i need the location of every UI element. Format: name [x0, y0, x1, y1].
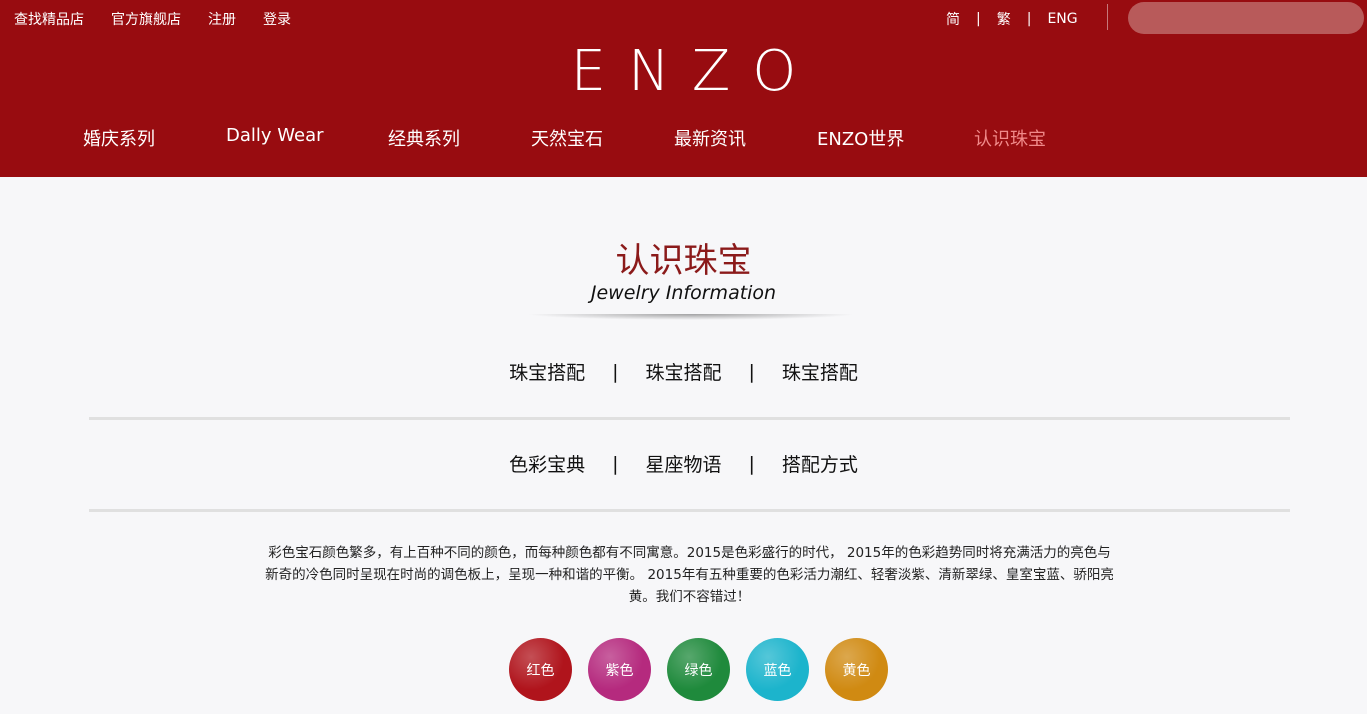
login-link[interactable]: 登录 — [263, 9, 291, 29]
site-header: 查找精品店 官方旗舰店 注册 登录 简 | 繁 | ENG ENZO 婚庆系列 … — [0, 0, 1367, 177]
nav-classic-series[interactable]: 经典系列 — [388, 125, 460, 151]
tab-color-guide[interactable]: 色彩宝典 — [509, 450, 585, 477]
color-blue-button[interactable]: 蓝色 — [746, 638, 809, 701]
register-link[interactable]: 注册 — [208, 9, 236, 29]
color-yellow-button[interactable]: 黄色 — [825, 638, 888, 701]
tab-jewelry-matching-2[interactable]: 珠宝搭配 — [645, 358, 721, 385]
tab-matching-methods[interactable]: 搭配方式 — [782, 450, 858, 477]
tabs-row-2: 色彩宝典 | 星座物语 | 搭配方式 — [0, 450, 1367, 477]
color-purple-button[interactable]: 紫色 — [588, 638, 651, 701]
color-description: 彩色宝石颜色繁多，有上百种不同的颜色，而每种颜色都有不同寓意。2015是色彩盛行… — [265, 545, 1114, 605]
flagship-store-link[interactable]: 官方旗舰店 — [111, 9, 181, 29]
lang-english[interactable]: ENG — [1047, 11, 1077, 27]
divider-line — [89, 417, 1290, 420]
nav-daily-wear[interactable]: Dally Wear — [226, 125, 324, 146]
title-underline-shadow — [526, 314, 856, 320]
nav-wedding-series[interactable]: 婚庆系列 — [83, 125, 155, 151]
color-green-button[interactable]: 绿色 — [667, 638, 730, 701]
page-title: 认识珠宝 — [615, 241, 752, 281]
color-swatches: 红色 紫色 绿色 蓝色 黄色 — [509, 638, 888, 701]
lang-traditional[interactable]: 繁 — [997, 9, 1011, 29]
tab-jewelry-matching-1[interactable]: 珠宝搭配 — [509, 358, 585, 385]
nav-jewelry-knowledge[interactable]: 认识珠宝 — [974, 125, 1046, 151]
divider-line — [89, 509, 1290, 512]
nav-natural-gems[interactable]: 天然宝石 — [531, 125, 603, 151]
tab-separator: | — [612, 452, 619, 475]
main-content: 认识珠宝 Jewelry Information 珠宝搭配 | 珠宝搭配 | 珠… — [0, 177, 1367, 714]
top-links: 查找精品店 官方旗舰店 注册 登录 — [14, 9, 291, 29]
tab-separator: | — [748, 452, 755, 475]
site-logo[interactable]: ENZO — [0, 40, 1367, 104]
lang-separator: | — [1026, 11, 1032, 27]
tab-zodiac-stories[interactable]: 星座物语 — [645, 450, 721, 477]
lang-separator: | — [976, 11, 981, 27]
nav-latest-news[interactable]: 最新资讯 — [674, 125, 746, 151]
lang-simplified[interactable]: 简 — [946, 9, 960, 29]
tab-separator: | — [748, 360, 755, 383]
tabs-row-1: 珠宝搭配 | 珠宝搭配 | 珠宝搭配 — [0, 358, 1367, 385]
tab-jewelry-matching-3[interactable]: 珠宝搭配 — [782, 358, 858, 385]
language-switcher: 简 | 繁 | ENG — [946, 9, 1078, 29]
find-store-link[interactable]: 查找精品店 — [14, 9, 84, 29]
search-input[interactable] — [1128, 2, 1364, 34]
page-subtitle: Jewelry Information — [590, 282, 777, 304]
color-red-button[interactable]: 红色 — [509, 638, 572, 701]
tab-separator: | — [612, 360, 619, 383]
header-divider — [1107, 4, 1108, 30]
nav-enzo-world[interactable]: ENZO世界 — [817, 125, 904, 151]
